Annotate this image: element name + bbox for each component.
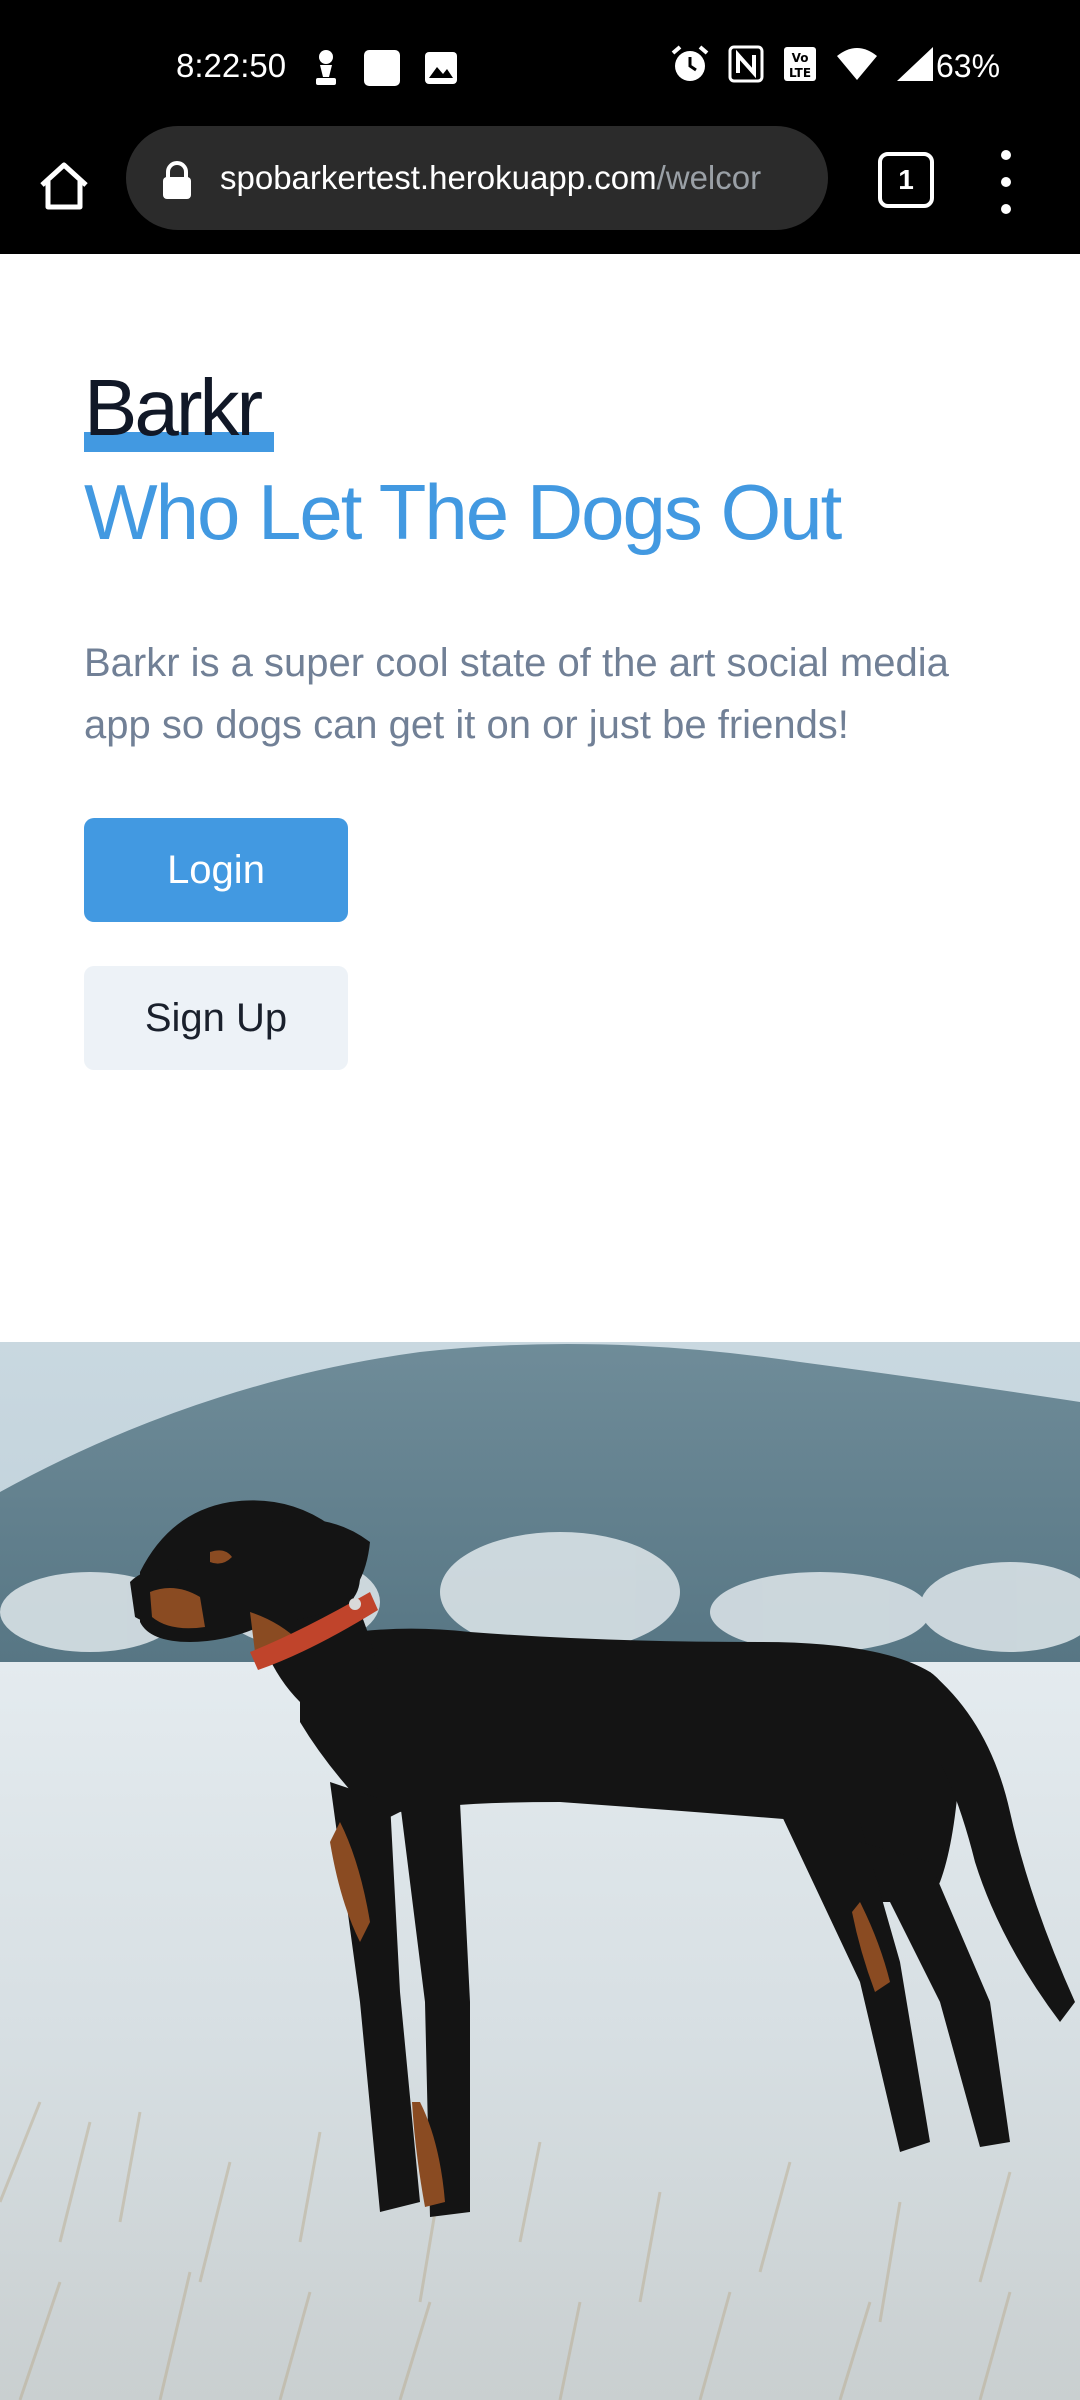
status-time: 8:22:50 bbox=[176, 47, 287, 84]
hero-dog-photo bbox=[0, 1342, 1080, 2400]
home-button[interactable] bbox=[28, 150, 100, 222]
image-notification-icon bbox=[425, 52, 457, 84]
tab-switcher-button[interactable]: 1 bbox=[878, 152, 934, 208]
url-path: /welcor bbox=[656, 159, 762, 196]
page-description: Barkr is a super cool state of the art s… bbox=[84, 641, 949, 747]
more-options-button[interactable] bbox=[990, 150, 1022, 214]
home-icon bbox=[40, 162, 88, 210]
volte-icon: Vo LTE bbox=[784, 47, 816, 81]
alarm-icon bbox=[671, 45, 709, 81]
menu-dot-icon bbox=[1001, 177, 1011, 187]
page-headline: Who Let The Dogs Out bbox=[84, 468, 842, 556]
nfc-icon bbox=[728, 45, 764, 83]
brand-logo-text: Barkr bbox=[84, 363, 263, 452]
svg-text:Vo: Vo bbox=[792, 51, 809, 65]
welcome-content: Barkr Who Let The Dogs Out Barkr is a su… bbox=[0, 254, 1080, 1342]
battery-percentage: 63% bbox=[936, 48, 1001, 84]
lock-icon bbox=[163, 161, 191, 199]
chess-pawn-icon bbox=[316, 50, 336, 85]
menu-dot-icon bbox=[1001, 150, 1011, 160]
signal-icon bbox=[897, 47, 933, 81]
url-text[interactable]: spobarkertest.herokuapp.com/welcor bbox=[220, 154, 804, 202]
status-left-icons bbox=[312, 48, 458, 88]
status-bar: 8:22:50 Vo LTE 63% bbox=[0, 0, 1080, 126]
url-host: spobarkertest.herokuapp.com bbox=[220, 159, 657, 196]
sign-up-button[interactable]: Sign Up bbox=[84, 966, 348, 1070]
status-right-icons: Vo LTE bbox=[670, 44, 934, 84]
wifi-icon bbox=[837, 48, 877, 80]
browser-toolbar: spobarkertest.herokuapp.com/welcor 1 bbox=[0, 126, 1080, 254]
login-button[interactable]: Login bbox=[84, 818, 348, 922]
dog-in-frosty-field-image bbox=[0, 1342, 1080, 2400]
square-notification-icon bbox=[364, 50, 400, 86]
url-bar[interactable]: spobarkertest.herokuapp.com/welcor bbox=[126, 126, 828, 230]
svg-text:LTE: LTE bbox=[789, 66, 811, 80]
menu-dot-icon bbox=[1001, 204, 1011, 214]
